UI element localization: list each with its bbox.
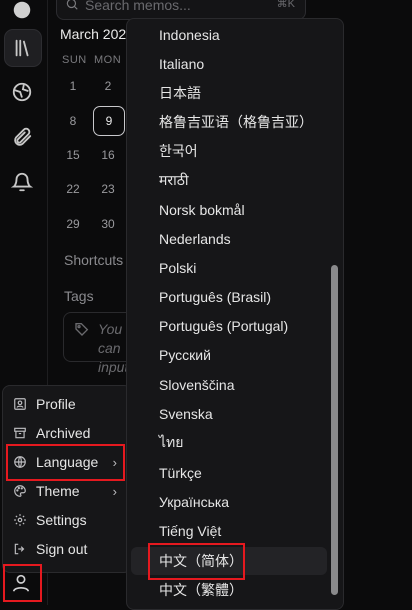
language-submenu: Indonesia Italiano 日本語 格鲁吉亚语（格鲁吉亚） 한국어 म… [126, 18, 344, 610]
shortcuts-label: Shortcuts [64, 252, 124, 268]
language-option[interactable]: Tiếng Việt [131, 517, 321, 545]
palette-icon [13, 484, 27, 498]
language-option[interactable]: 中文（繁體） [131, 576, 321, 604]
menu-item-theme[interactable]: Theme › [9, 477, 127, 505]
language-option[interactable]: Русский [131, 341, 321, 369]
language-option[interactable]: 한국어 [131, 137, 321, 165]
calendar-day[interactable]: 30 [96, 212, 120, 236]
calendar-month: March 2024 [60, 26, 134, 42]
archive-icon [13, 426, 27, 440]
language-option[interactable]: Português (Brasil) [131, 283, 321, 311]
scrollbar-thumb[interactable] [331, 265, 338, 595]
language-option[interactable]: 格鲁吉亚语（格鲁吉亚） [131, 108, 321, 136]
menu-item-label: Sign out [36, 541, 88, 557]
menu-item-settings[interactable]: Settings [9, 506, 127, 534]
language-option[interactable]: Polski [131, 254, 321, 282]
search-shortcut: ⌘K [276, 0, 295, 10]
calendar-day-today[interactable]: 9 [93, 106, 125, 136]
menu-item-label: Profile [36, 396, 76, 412]
menu-item-label: Archived [36, 425, 91, 441]
calendar-day[interactable]: 22 [61, 177, 85, 201]
search-placeholder: Search memos... [85, 0, 191, 13]
bell-icon[interactable] [4, 164, 40, 200]
menu-item-sign-out[interactable]: Sign out [9, 535, 127, 563]
language-option[interactable]: Slovenščina [131, 371, 321, 399]
weekday-label: MON [94, 54, 122, 66]
search-input[interactable]: Search memos... ⌘K [56, 0, 306, 20]
language-option[interactable]: 日本語 [131, 79, 321, 107]
language-option[interactable]: Українська [131, 488, 321, 516]
calendar-day[interactable]: 2 [96, 74, 120, 98]
highlight-avatar [3, 564, 42, 602]
language-option[interactable]: ไทย [131, 429, 321, 457]
sign-out-icon [13, 542, 27, 556]
attachment-icon[interactable] [4, 119, 40, 155]
menu-item-archived[interactable]: Archived [9, 419, 127, 447]
weekday-label: SUN [62, 54, 87, 66]
calendar-day[interactable]: 16 [96, 143, 120, 167]
menu-item-label: Theme [36, 483, 80, 499]
calendar-day[interactable]: 1 [61, 74, 85, 98]
logo-icon[interactable] [4, 0, 40, 28]
chevron-right-icon: › [112, 484, 117, 499]
menu-item-profile[interactable]: Profile [9, 390, 127, 418]
language-option[interactable]: Italiano [131, 50, 321, 78]
tags-label: Tags [64, 288, 94, 304]
language-option[interactable]: Indonesia [131, 21, 321, 49]
calendar-day[interactable]: 15 [61, 143, 85, 167]
language-option[interactable]: Português (Portugal) [131, 312, 321, 340]
language-option[interactable]: Norsk bokmål [131, 196, 321, 224]
calendar-day[interactable]: 23 [96, 177, 120, 201]
language-option[interactable]: Türkçe [131, 459, 321, 487]
tag-icon [75, 323, 89, 336]
calendar-day[interactable]: 8 [61, 109, 85, 133]
language-option[interactable]: Nederlands [131, 225, 321, 253]
profile-icon [13, 397, 27, 411]
gear-icon [13, 513, 27, 527]
language-option[interactable]: Svenska [131, 400, 321, 428]
explore-icon[interactable] [4, 74, 40, 110]
highlight-language [6, 444, 125, 481]
library-icon[interactable] [4, 29, 42, 67]
menu-item-label: Settings [36, 512, 87, 528]
search-icon [66, 0, 78, 10]
calendar-day[interactable]: 29 [61, 212, 85, 236]
highlight-selected-language [148, 543, 245, 580]
language-option[interactable]: मराठी [131, 166, 321, 194]
